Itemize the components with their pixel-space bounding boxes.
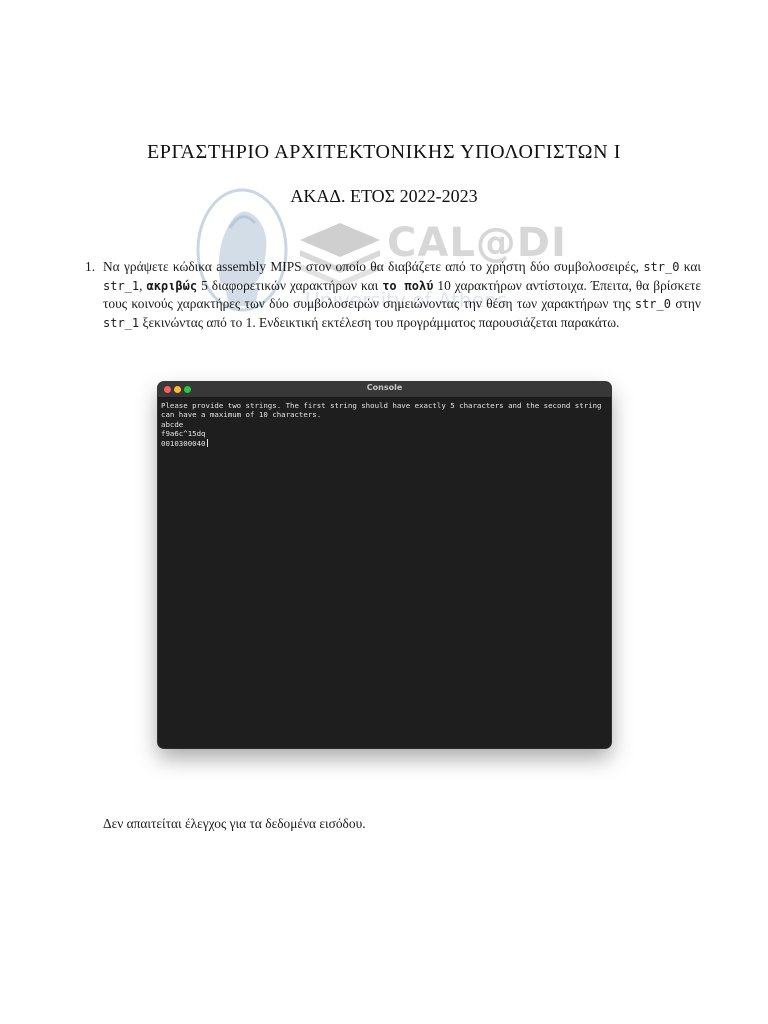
console-window: Console Please provide two strings. The …: [158, 382, 611, 748]
emphasis-exactly: ακριβώς: [146, 278, 198, 293]
text-segment: ,: [139, 277, 143, 293]
exercise-text: Να γράψετε κώδικα assembly MIPS στον οπο…: [103, 258, 701, 332]
text-segment: και: [683, 259, 701, 274]
code-str1: str_1: [103, 315, 140, 330]
exercise-1: 1. Να γράψετε κώδικα assembly MIPS στον …: [85, 258, 701, 332]
console-line: can have a maximum of 10 characters.: [161, 410, 322, 420]
console-title: Console: [366, 383, 403, 392]
console-line: abcde: [161, 419, 184, 429]
code-str0: str_0: [643, 260, 680, 274]
console-line: f9a6c^15dq: [161, 429, 206, 439]
console-titlebar: Console: [158, 382, 611, 398]
academic-year: ΑΚΑΔ. ΕΤΟΣ 2022-2023: [290, 186, 478, 206]
console-line-last: 0010300040: [161, 438, 608, 448]
input-validation-note: Δεν απαιτείται έλεγχος για τα δεδομένα ε…: [103, 816, 366, 831]
code-str1: str_1: [103, 278, 140, 293]
text-cursor: [206, 438, 208, 447]
text-segment: ξεκινώντας από το 1. Ενδεικτική εκτέλεση…: [142, 314, 620, 330]
text-segment: 5 διαφορετικών χαρακτήρων και: [201, 277, 379, 293]
console-line: Please provide two strings. The first st…: [161, 401, 602, 410]
console-output[interactable]: Please provide two strings. The first st…: [158, 398, 611, 448]
emphasis-at-most: το πολύ: [382, 278, 434, 293]
text-segment: στην: [675, 296, 701, 311]
text-segment: Να γράψετε κώδικα assembly MIPS στον οπο…: [103, 259, 639, 274]
exercise-number: 1.: [85, 259, 96, 274]
code-str0: str_0: [634, 297, 671, 311]
page-title: ΕΡΓΑΣΤΗΡΙΟ ΑΡΧΙΤΕΚΤΟΝΙΚΗΣ ΥΠΟΛΟΓΙΣΤΩΝ Ι: [146, 141, 622, 163]
console-line: 0010300040: [161, 438, 206, 448]
